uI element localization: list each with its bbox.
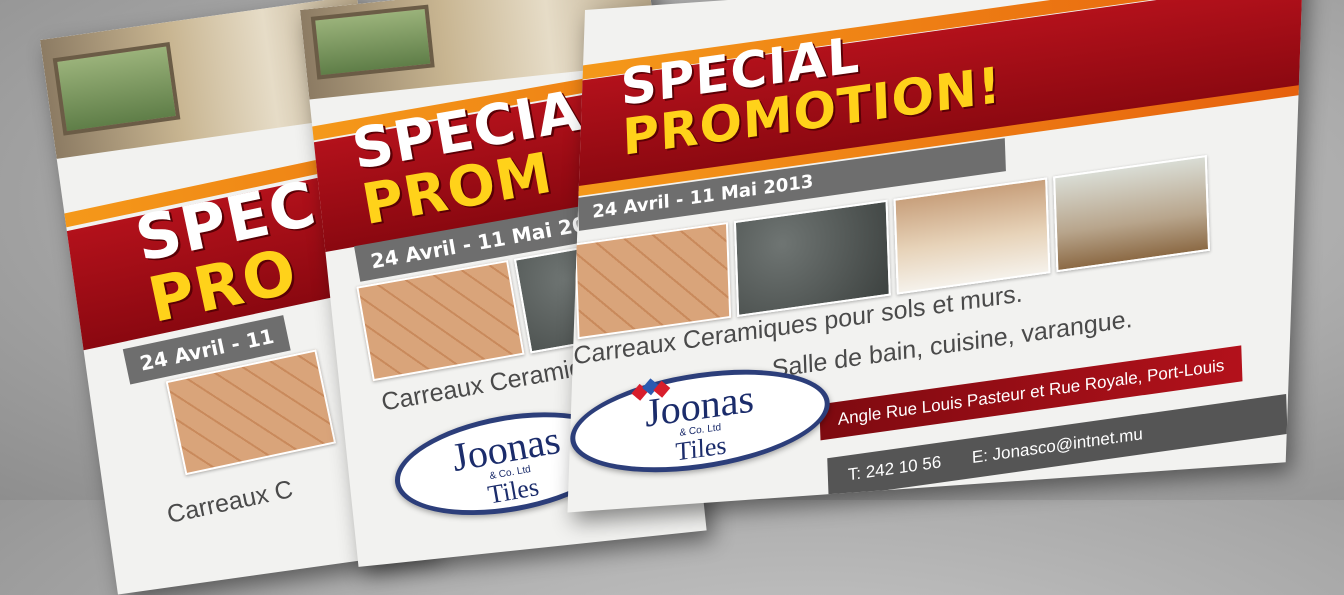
tile-photo-icon bbox=[1053, 154, 1211, 273]
email-address: E: Jonasco@intnet.mu bbox=[971, 424, 1144, 468]
tile-photo-icon bbox=[574, 222, 732, 340]
company-logo: Joonas & Co. Ltd Tiles bbox=[568, 354, 832, 488]
tile-photo-icon bbox=[356, 259, 525, 382]
tile-photo-icon bbox=[893, 177, 1051, 295]
tile-photo-icon bbox=[733, 199, 891, 317]
flyer-front: SPECIAL PROMOTION! 24 Avril - 11 Mai 201… bbox=[567, 0, 1304, 513]
phone-number: T: 242 10 56 bbox=[847, 452, 942, 485]
tagline: Carreaux C bbox=[164, 475, 296, 530]
